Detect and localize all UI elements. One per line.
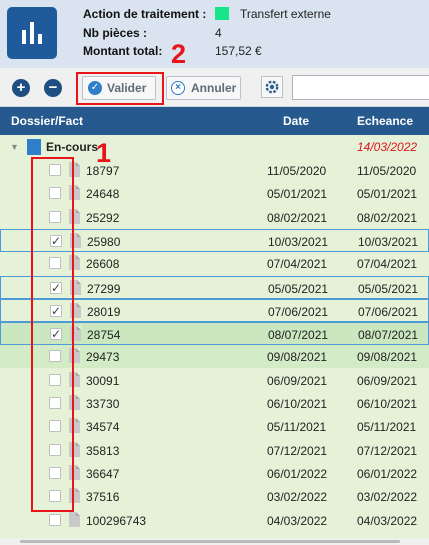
- invoice-echeance: 06/10/2021: [357, 397, 418, 411]
- settings-button[interactable]: [261, 76, 283, 98]
- invoice-echeance: 08/02/2021: [357, 210, 418, 225]
- group-label: En-cours: [46, 140, 99, 154]
- annotation-box-1: [31, 157, 74, 512]
- invoice-id: 33730: [86, 397, 120, 411]
- invoice-id: 34574: [86, 420, 120, 435]
- invoice-date: 05/11/2021: [267, 420, 327, 435]
- invoice-id: 37516: [86, 490, 120, 505]
- invoice-echeance: 07/04/2021: [357, 257, 418, 272]
- invoice-date: 08/07/2021: [268, 328, 329, 343]
- invoice-date: 08/02/2021: [267, 210, 328, 225]
- column-header-dossier[interactable]: Dossier/Fact: [11, 114, 83, 128]
- invoice-date: 04/03/2022: [267, 513, 328, 528]
- group-date: 14/03/2022: [357, 140, 418, 154]
- invoice-id: 29473: [86, 350, 120, 365]
- invoice-echeance: 08/07/2021: [358, 328, 419, 343]
- invoice-id: 30091: [86, 373, 120, 388]
- app-window: Action de traitement : Transfert externe…: [0, 0, 429, 545]
- invoice-echeance: 05/01/2021: [357, 187, 418, 202]
- summary-header: Action de traitement : Transfert externe…: [0, 0, 429, 68]
- bar-chart-logo-icon: [7, 7, 57, 59]
- cancel-button[interactable]: × Annuler: [166, 76, 241, 100]
- invoice-date: 11/05/2020: [267, 164, 327, 178]
- invoice-echeance: 10/03/2021: [358, 234, 419, 249]
- toolbar: + − ✓ Valider × Annuler: [0, 68, 429, 107]
- horizontal-scrollbar[interactable]: [0, 538, 429, 545]
- group-row[interactable]: ▼ En-cours 14/03/2022: [0, 135, 429, 159]
- collapse-triangle-icon[interactable]: ▼: [10, 142, 19, 152]
- plus-circle-icon[interactable]: +: [12, 79, 30, 97]
- invoice-id: 25292: [86, 210, 120, 225]
- pieces-label: Nb pièces :: [83, 26, 148, 40]
- invoice-id: 28754: [87, 328, 121, 343]
- invoice-date: 06/01/2022: [267, 466, 328, 481]
- invoice-id: 28019: [87, 304, 121, 319]
- invoice-echeance: 07/06/2021: [358, 304, 419, 319]
- invoice-id: 100296743: [86, 513, 147, 528]
- invoice-date: 09/08/2021: [267, 350, 328, 365]
- total-value: 157,52 €: [215, 44, 262, 58]
- invoice-echeance: 04/03/2022: [357, 513, 418, 528]
- total-label: Montant total:: [83, 44, 163, 58]
- invoice-date: 06/10/2021: [267, 397, 328, 411]
- invoice-id: 25980: [87, 234, 121, 249]
- scrollbar-thumb[interactable]: [20, 540, 400, 543]
- invoice-date: 07/12/2021: [267, 443, 328, 458]
- invoice-echeance: 07/12/2021: [357, 443, 418, 458]
- minus-circle-icon[interactable]: −: [44, 79, 62, 97]
- annotation-number-2: 2: [171, 39, 187, 69]
- close-circle-icon: ×: [171, 81, 185, 95]
- action-value: Transfert externe: [240, 7, 331, 21]
- column-header-echeance[interactable]: Echeance: [357, 114, 413, 128]
- invoice-date: 06/09/2021: [267, 373, 328, 388]
- annotation-box-2: [76, 72, 164, 105]
- invoice-id: 35813: [86, 443, 120, 458]
- annotation-number-1: 1: [96, 138, 112, 168]
- invoice-echeance: 05/05/2021: [358, 281, 419, 296]
- invoice-date: 07/06/2021: [268, 304, 329, 319]
- pieces-value: 4: [215, 26, 222, 40]
- invoice-id: 36647: [86, 466, 120, 481]
- invoice-id: 26608: [86, 257, 120, 272]
- invoice-echeance: 06/09/2021: [357, 373, 418, 388]
- invoice-date: 03/02/2022: [267, 490, 328, 505]
- invoice-date: 10/03/2021: [268, 234, 329, 249]
- invoice-echeance: 03/02/2022: [357, 490, 418, 505]
- row-checkbox[interactable]: [49, 513, 61, 526]
- invoice-echeance: 05/11/2021: [357, 420, 417, 435]
- action-label: Action de traitement :: [83, 7, 207, 21]
- folder-icon: [27, 139, 41, 155]
- table-header: Dossier/Fact Date Echeance: [0, 107, 429, 135]
- invoice-date: 05/05/2021: [268, 281, 329, 296]
- invoice-date: 05/01/2021: [267, 187, 328, 202]
- invoice-echeance: 09/08/2021: [357, 350, 418, 365]
- invoice-id: 24648: [86, 187, 120, 202]
- cancel-label: Annuler: [191, 81, 237, 95]
- invoice-id: 27299: [87, 281, 121, 296]
- gear-icon: [265, 80, 279, 94]
- invoice-echeance: 06/01/2022: [357, 466, 418, 481]
- search-input[interactable]: [292, 75, 429, 100]
- action-color-swatch: [215, 7, 229, 20]
- invoice-echeance: 11/05/2020: [357, 164, 417, 178]
- document-icon: [69, 511, 80, 527]
- column-header-date[interactable]: Date: [283, 114, 309, 128]
- invoice-date: 07/04/2021: [267, 257, 328, 272]
